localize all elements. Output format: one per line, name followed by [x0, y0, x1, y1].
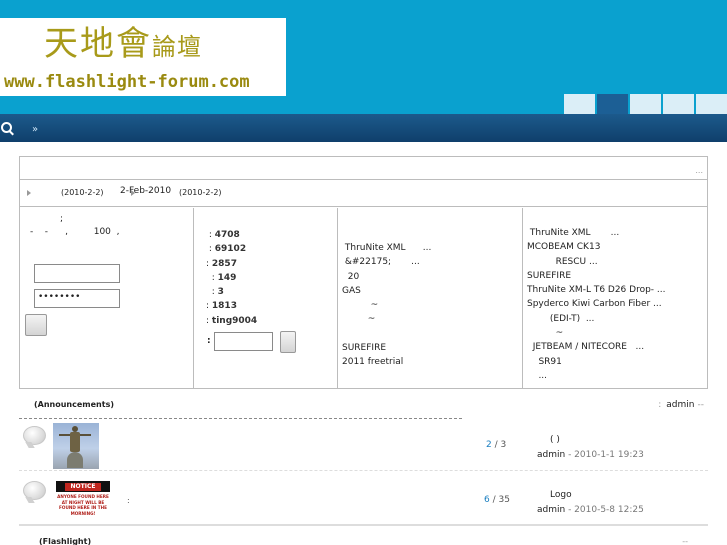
login-line-1: ;	[60, 214, 64, 224]
list-item[interactable]: JETBEAM / NITECORE ...	[527, 340, 666, 354]
stat-row: : 2857	[206, 258, 237, 269]
stat-row[interactable]: : ting9004	[206, 314, 257, 328]
username-input[interactable]	[34, 264, 120, 283]
quick-search-input[interactable]	[214, 332, 273, 351]
stat-row: : 69102	[206, 244, 247, 255]
site-logo[interactable]: 天地會論壇 www.flashlight-forum.com	[0, 18, 286, 96]
list-item[interactable]: ...	[527, 369, 666, 383]
list-item[interactable]: 20	[342, 270, 431, 284]
stats-column: : 4708 : 69102 : 2857 : 149 : 3 : 1813 :…	[194, 208, 338, 389]
list-item[interactable]: MCOBEAM CK13	[527, 240, 666, 254]
stat-row: : 3	[206, 287, 224, 298]
list-item[interactable]: &#22175; ...	[342, 255, 431, 269]
info-date-3: (2010-2-2)	[179, 188, 222, 197]
info-date-1: (2010-2-2)	[61, 188, 104, 197]
last-post-time: - 2010-5-8 12:25	[565, 505, 644, 515]
last-post: ( ) admin - 2010-1-1 19:23	[537, 433, 644, 463]
list-item[interactable]: Spyderco Kiwi Carbon Fiber ...	[527, 297, 666, 311]
logo-url-text: www.flashlight-forum.com	[4, 72, 250, 92]
chat-bubble-icon	[23, 481, 46, 500]
list-item[interactable]	[342, 327, 431, 341]
search-icon[interactable]	[1, 122, 12, 133]
last-post-author[interactable]: admin	[537, 450, 565, 460]
forum-description: :	[127, 496, 130, 505]
latest-posts-list: ThruNite XML ... &#22175; ... 20 GAS ~ ~…	[342, 241, 431, 370]
table-row: 2 / 3 ( ) admin - 2010-1-1 19:23	[19, 419, 708, 471]
section-right-dash: --	[682, 537, 688, 545]
arrow-right-icon	[27, 190, 31, 196]
nav-bar: »	[0, 114, 727, 142]
stat-row: : 149	[206, 272, 237, 283]
password-input[interactable]: ••••••••	[34, 289, 120, 308]
forum-thumbnail-notice[interactable]: NOTICE ANYONE FOUND HERE AT NIGHT WILL B…	[53, 479, 113, 523]
table-row: NOTICE ANYONE FOUND HERE AT NIGHT WILL B…	[19, 474, 708, 526]
flashlight-section-header: (Flashlight) --	[19, 531, 708, 545]
stat-row: : 1813	[206, 301, 237, 312]
login-line-2: - - , 100 ,	[30, 227, 120, 237]
header-tab-4[interactable]	[663, 94, 694, 114]
forum-info-panel: ... (2010-2-2) 2-Feb-2010 (2010-2-2) ; -…	[19, 156, 708, 389]
header-tab-5[interactable]	[696, 94, 727, 114]
header-tab-3[interactable]	[630, 94, 661, 114]
hot-topics-list: ThruNite XML ... MCOBEAM CK13 RESCU ... …	[527, 226, 666, 383]
info-bar: (2010-2-2) 2-Feb-2010 (2010-2-2)	[20, 180, 707, 207]
info-date-2[interactable]: 2-Feb-2010	[120, 186, 171, 196]
list-item[interactable]: ~	[342, 298, 431, 312]
header-tabs	[562, 94, 727, 114]
list-item[interactable]: ThruNite XM-L T6 D26 Drop- ...	[527, 283, 666, 297]
forum-thumbnail-statue[interactable]	[53, 423, 99, 469]
last-post-title[interactable]: ( )	[537, 433, 644, 448]
header-tab-2[interactable]	[597, 94, 628, 114]
list-item[interactable]: 2011 freetrial	[342, 355, 431, 369]
login-button[interactable]	[25, 314, 47, 336]
list-item[interactable]: (EDI-T) ...	[527, 312, 666, 326]
last-post-title[interactable]: Logo	[537, 488, 644, 503]
hot-topics-column: ThruNite XML ... MCOBEAM CK13 RESCU ... …	[523, 208, 707, 389]
list-item[interactable]: SUREFIRE	[342, 341, 431, 355]
announcements-header: (Announcements) : admin --	[19, 396, 708, 418]
quick-search-label: :	[207, 336, 211, 346]
flashlight-section-title[interactable]: (Flashlight)	[39, 537, 91, 545]
announcements-title[interactable]: (Announcements)	[34, 400, 114, 409]
last-post: Logo admin - 2010-5-8 12:25	[537, 488, 644, 518]
quick-search-button[interactable]	[280, 331, 296, 353]
header-tab-1[interactable]	[564, 94, 595, 114]
site-header: 天地會論壇 www.flashlight-forum.com	[0, 0, 727, 114]
reply-view-count: 2 / 3	[486, 440, 507, 450]
stats-list: : 4708 : 69102 : 2857 : 149 : 3 : 1813 :…	[206, 228, 257, 328]
logo-chinese-text: 天地會論壇	[44, 24, 202, 64]
stat-row: : 4708	[206, 230, 240, 240]
list-item[interactable]: SR91	[527, 355, 666, 369]
list-item[interactable]: RESCU ...	[527, 255, 666, 269]
list-item[interactable]: GAS	[342, 284, 431, 298]
chat-bubble-icon	[23, 426, 46, 445]
list-item[interactable]: ThruNite XML ...	[527, 226, 666, 240]
latest-posts-column: ThruNite XML ... &#22175; ... 20 GAS ~ ~…	[338, 208, 523, 389]
list-item[interactable]: SUREFIRE	[527, 269, 666, 283]
list-item[interactable]: ~	[527, 326, 666, 340]
login-column: ; - - , 100 , ••••••••	[20, 208, 194, 389]
moderator-info: : admin --	[658, 400, 704, 410]
moderator-link[interactable]: admin	[666, 400, 694, 410]
last-post-author[interactable]: admin	[537, 505, 565, 515]
panel-titlebar: ...	[20, 157, 707, 180]
more-link[interactable]: ...	[695, 166, 703, 175]
reply-view-count: 6 / 35	[484, 495, 510, 505]
breadcrumb-separator: »	[32, 124, 39, 135]
list-item[interactable]: ~	[342, 312, 431, 326]
last-post-time: - 2010-1-1 19:23	[565, 450, 644, 460]
list-item[interactable]: ThruNite XML ...	[342, 241, 431, 255]
